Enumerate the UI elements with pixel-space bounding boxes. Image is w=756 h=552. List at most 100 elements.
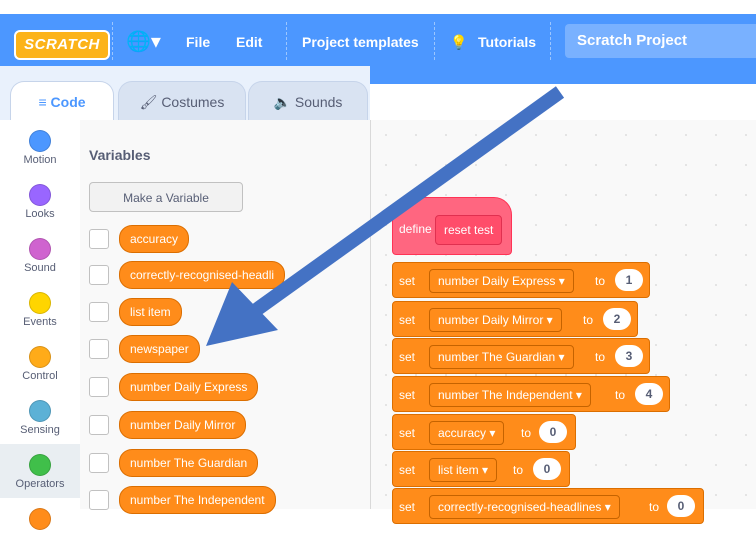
- value-input[interactable]: 1: [615, 269, 643, 291]
- code-icon: ≡: [38, 94, 47, 110]
- category-menu: Motion Looks Sound Events Control Sensin…: [0, 120, 81, 530]
- variable-dropdown[interactable]: accuracy ▾: [429, 421, 505, 445]
- set-block[interactable]: set number Daily Express ▾ to 1: [392, 262, 650, 298]
- menu-divider: [112, 22, 114, 60]
- variable-dropdown[interactable]: list item ▾: [429, 458, 498, 482]
- set-label: set: [399, 274, 416, 288]
- edit-menu[interactable]: Edit: [236, 30, 262, 54]
- category-variables[interactable]: [0, 498, 80, 552]
- variable-dropdown[interactable]: number The Guardian ▾: [429, 345, 574, 369]
- palette-heading: Variables: [89, 147, 151, 163]
- variables-dot-icon: [29, 508, 51, 530]
- looks-dot-icon: [29, 184, 51, 206]
- variable-block[interactable]: number The Independent: [119, 486, 276, 514]
- variable-checkbox[interactable]: [89, 229, 109, 249]
- lightbulb-icon[interactable]: 💡: [450, 30, 467, 54]
- globe-icon[interactable]: 🌐▾: [126, 30, 166, 54]
- file-menu[interactable]: File: [186, 30, 210, 54]
- events-dot-icon: [29, 292, 51, 314]
- tab-costumes[interactable]: 🖌 Costumes: [118, 81, 246, 121]
- motion-dot-icon: [29, 130, 51, 152]
- variable-block[interactable]: number Daily Mirror: [119, 411, 247, 439]
- project-title-field[interactable]: Scratch Project: [565, 24, 756, 58]
- variable-dropdown[interactable]: number Daily Express ▾: [429, 269, 574, 293]
- category-label: Sensing: [20, 424, 60, 436]
- tutorials-menu[interactable]: Tutorials: [478, 30, 536, 54]
- value-input[interactable]: 3: [615, 345, 643, 367]
- category-motion[interactable]: Motion: [0, 120, 80, 174]
- to-label: to: [649, 500, 660, 514]
- set-label: set: [399, 426, 416, 440]
- category-label: Events: [23, 316, 57, 328]
- to-label: to: [583, 313, 594, 327]
- operators-dot-icon: [29, 454, 51, 476]
- set-block[interactable]: set number Daily Mirror ▾ to 2: [392, 301, 638, 337]
- category-sound[interactable]: Sound: [0, 228, 80, 282]
- category-label: Motion: [23, 154, 57, 166]
- project-templates-menu[interactable]: Project templates: [302, 30, 419, 54]
- control-dot-icon: [29, 346, 51, 368]
- set-label: set: [399, 463, 416, 477]
- tab-code[interactable]: ≡ Code: [10, 81, 114, 121]
- value-input[interactable]: 0: [667, 495, 695, 517]
- sensing-dot-icon: [29, 400, 51, 422]
- category-label: Looks: [25, 208, 55, 220]
- to-label: to: [521, 426, 532, 440]
- category-operators[interactable]: Operators: [0, 444, 80, 498]
- category-control[interactable]: Control: [0, 336, 80, 390]
- menu-divider: [550, 22, 552, 60]
- category-sensing[interactable]: Sensing: [0, 390, 80, 444]
- variable-block[interactable]: accuracy: [119, 225, 190, 253]
- set-label: set: [399, 500, 416, 514]
- top-strip: [0, 0, 756, 14]
- set-block[interactable]: set correctly-recognised-headlines ▾ to …: [392, 488, 704, 524]
- set-block[interactable]: set number The Guardian ▾ to 3: [392, 338, 650, 374]
- variable-checkbox[interactable]: [89, 339, 109, 359]
- value-input[interactable]: 0: [533, 458, 561, 480]
- set-label: set: [399, 388, 416, 402]
- menu-divider: [286, 22, 288, 60]
- variable-checkbox[interactable]: [89, 265, 109, 285]
- tab-code-label: Code: [50, 94, 86, 110]
- category-events[interactable]: Events: [0, 282, 80, 336]
- speaker-icon: 🔈: [273, 94, 292, 110]
- category-label: Sound: [24, 262, 56, 274]
- variable-checkbox[interactable]: [89, 377, 109, 397]
- tab-costumes-label: Costumes: [161, 94, 225, 110]
- variable-block[interactable]: number Daily Express: [119, 373, 259, 401]
- set-block[interactable]: set accuracy ▾ to 0: [392, 414, 576, 450]
- value-input[interactable]: 2: [603, 308, 631, 330]
- variable-checkbox[interactable]: [89, 453, 109, 473]
- define-label: define: [399, 222, 432, 236]
- brush-icon: 🖌: [139, 94, 158, 110]
- value-input[interactable]: 0: [539, 421, 567, 443]
- value-input[interactable]: 4: [635, 383, 663, 405]
- to-label: to: [615, 388, 626, 402]
- variable-dropdown[interactable]: number Daily Mirror ▾: [429, 308, 562, 332]
- variable-checkbox[interactable]: [89, 302, 109, 322]
- variable-block[interactable]: newspaper: [119, 335, 200, 363]
- define-block[interactable]: define reset test: [392, 197, 512, 255]
- variable-block[interactable]: correctly-recognised-headli: [119, 261, 286, 289]
- define-name: reset test: [435, 215, 503, 245]
- tab-sounds[interactable]: 🔈 Sounds: [248, 81, 368, 121]
- variable-dropdown[interactable]: correctly-recognised-headlines ▾: [429, 495, 620, 519]
- set-block[interactable]: set number The Independent ▾ to 4: [392, 376, 670, 412]
- set-label: set: [399, 350, 416, 364]
- tab-sounds-label: Sounds: [294, 94, 343, 110]
- to-label: to: [595, 274, 606, 288]
- set-block[interactable]: set list item ▾ to 0: [392, 451, 570, 487]
- set-label: set: [399, 313, 416, 327]
- category-label: Control: [22, 370, 58, 382]
- sound-dot-icon: [29, 238, 51, 260]
- variable-block[interactable]: number The Guardian: [119, 449, 259, 477]
- make-variable-button[interactable]: Make a Variable: [89, 182, 243, 212]
- variable-block[interactable]: list item: [119, 298, 182, 326]
- variable-checkbox[interactable]: [89, 490, 109, 510]
- variable-dropdown[interactable]: number The Independent ▾: [429, 383, 591, 407]
- to-label: to: [595, 350, 606, 364]
- category-label: Operators: [15, 478, 65, 490]
- category-looks[interactable]: Looks: [0, 174, 80, 228]
- variable-checkbox[interactable]: [89, 415, 109, 435]
- scratch-logo[interactable]: SCRATCH: [14, 30, 110, 60]
